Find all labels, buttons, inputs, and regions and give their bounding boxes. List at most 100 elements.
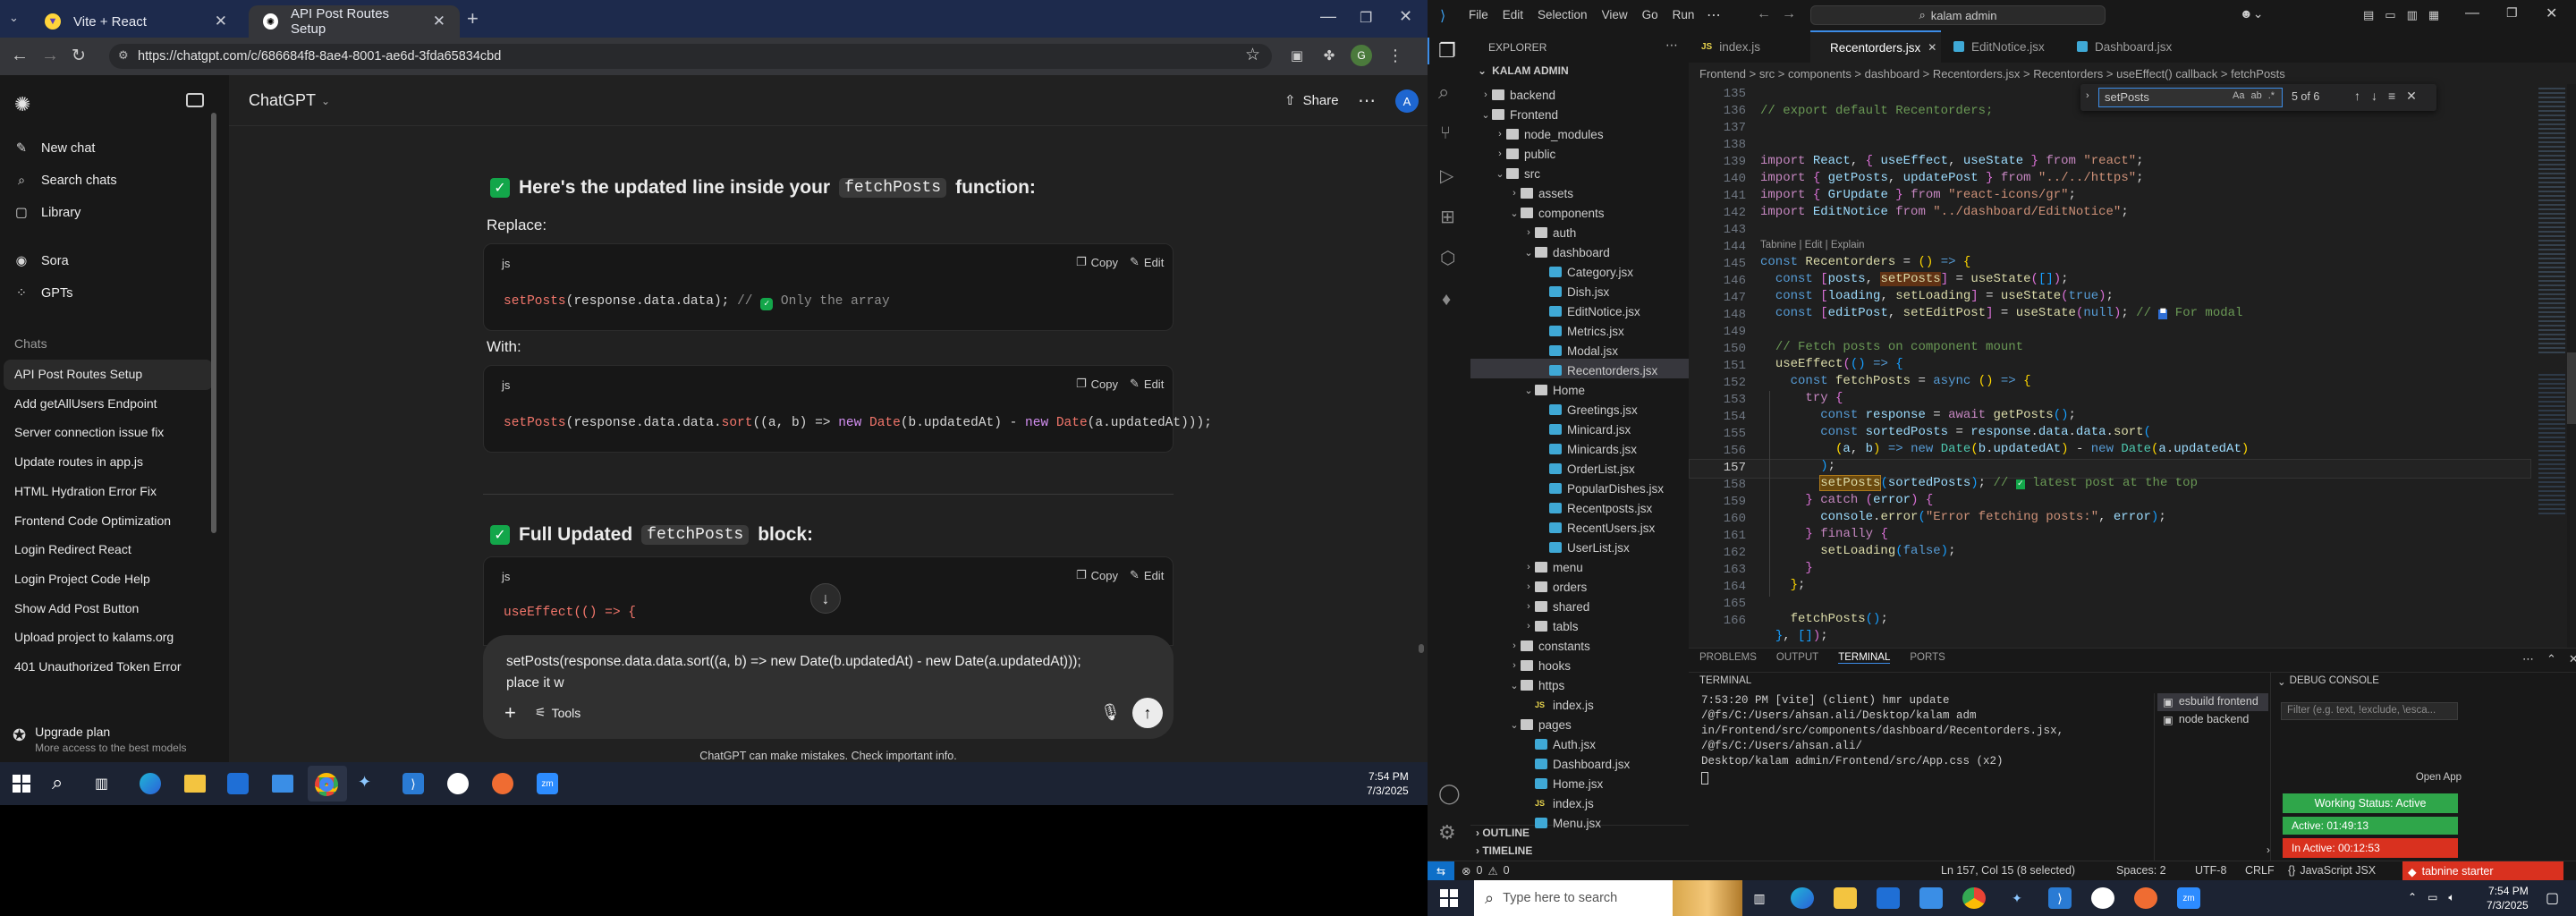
regex-icon[interactable]: .* <box>2268 90 2275 101</box>
maximize-panel-icon[interactable]: ⌃ <box>2546 652 2556 666</box>
accounts-icon[interactable]: ◯ <box>1438 782 1461 805</box>
model-selector[interactable]: ChatGPT ⌄ <box>249 91 330 110</box>
copilot-icon[interactable]: ☻⌄ <box>2240 6 2263 21</box>
tree-file[interactable]: Minicard.jsx <box>1470 420 1689 439</box>
editor-scrollbar[interactable] <box>2567 84 2576 648</box>
tree-file[interactable]: JS index.js <box>1470 695 1689 715</box>
vscode-icon[interactable]: ⟩ <box>2048 887 2072 909</box>
more-options-icon[interactable]: ⋯ <box>1358 89 1376 112</box>
taskbar-search-box[interactable]: ⌕ Type here to search <box>1474 880 1742 916</box>
end-of-line[interactable]: CRLF <box>2245 864 2275 877</box>
tree-file[interactable]: Greetings.jsx <box>1470 400 1689 420</box>
menu-item[interactable]: Selection <box>1538 8 1588 21</box>
postman-icon[interactable] <box>492 773 513 794</box>
chat-item[interactable]: API Post Routes Setup <box>13 360 215 388</box>
layout-panel-icon[interactable]: ▭ <box>2385 8 2395 22</box>
attach-plus-icon[interactable]: + <box>504 701 516 725</box>
search-chats-button[interactable]: ⌕ Search chats <box>13 172 117 190</box>
edge-icon[interactable] <box>1791 887 1814 909</box>
app-circle-icon[interactable] <box>2091 887 2114 909</box>
extensions-icon[interactable]: ⊞ <box>1440 206 1455 228</box>
tree-file[interactable]: PopularDishes.jsx <box>1470 479 1689 498</box>
panel-tab[interactable]: OUTPUT <box>1776 652 1818 664</box>
store-icon[interactable] <box>227 773 249 794</box>
toggle-replace-icon[interactable]: › <box>2086 90 2089 101</box>
openai-logo-icon[interactable]: ✺ <box>14 93 30 116</box>
chat-item[interactable]: Login Project Code Help <box>13 564 215 593</box>
chat-item[interactable]: Login Redirect React <box>13 535 215 564</box>
close-icon[interactable]: ✕ <box>215 13 227 30</box>
tray-chevron-icon[interactable]: ⌃ <box>2408 891 2417 904</box>
file-explorer-icon[interactable] <box>184 775 206 793</box>
encoding[interactable]: UTF-8 <box>2195 864 2226 877</box>
upgrade-plan-button[interactable]: ✪ Upgrade plan More access to the best m… <box>13 725 187 754</box>
pinned-app-icon[interactable]: ✦ <box>2005 887 2029 909</box>
clock[interactable]: 7:54 PM 7/3/2025 <box>2487 884 2529 912</box>
scroll-down-button[interactable]: ↓ <box>810 583 841 614</box>
tools-button[interactable]: ⚟ Tools <box>535 705 580 720</box>
tree-folder[interactable]: › menu <box>1470 557 1689 577</box>
panel-tab[interactable]: PORTS <box>1910 652 1945 664</box>
close-icon[interactable]: ✕ <box>2406 89 2417 104</box>
store-icon[interactable] <box>1877 887 1900 909</box>
close-icon[interactable]: ✕ <box>433 13 445 30</box>
copy-button[interactable]: ❐ Copy <box>1076 568 1118 582</box>
composer-input[interactable]: setPosts(response.data.data.sort((a, b) … <box>506 651 1132 694</box>
send-button[interactable]: ↑ <box>1132 698 1163 728</box>
tree-folder[interactable]: ⌄ https <box>1470 675 1689 695</box>
chat-item[interactable]: HTML Hydration Error Fix <box>13 477 215 505</box>
previous-match-icon[interactable]: ↑ <box>2354 89 2360 104</box>
tree-folder[interactable]: ⌄ components <box>1470 203 1689 223</box>
app-circle-icon[interactable] <box>447 773 469 794</box>
terminal-process-node[interactable]: ▣ node backend <box>2163 713 2249 726</box>
codelens[interactable]: Tabnine | Edit | Explain <box>1760 240 1865 250</box>
edit-button[interactable]: ✎ Edit <box>1130 377 1164 391</box>
source-control-icon[interactable]: ⑂ <box>1440 123 1451 144</box>
volume-icon[interactable]: 🔈︎ <box>2448 891 2454 904</box>
close-icon[interactable]: ✕ <box>1928 41 1936 54</box>
profile-avatar-icon[interactable]: G <box>1351 45 1372 66</box>
sora-button[interactable]: ◉ Sora <box>13 252 69 270</box>
chat-item[interactable]: Show Add Post Button <box>13 594 215 623</box>
chrome-icon[interactable] <box>1962 887 1986 909</box>
start-windows-icon[interactable] <box>1440 889 1458 907</box>
minimize-icon[interactable]: — <box>2465 5 2479 21</box>
tree-folder[interactable]: › tabls <box>1470 616 1689 636</box>
mail-icon[interactable] <box>272 775 293 793</box>
chat-item[interactable]: Server connection issue fix <box>13 418 215 446</box>
tree-folder[interactable]: › auth <box>1470 223 1689 242</box>
tree-folder[interactable]: ⌄ src <box>1470 164 1689 183</box>
tree-folder[interactable]: › constants <box>1470 636 1689 656</box>
tree-file[interactable]: Dashboard.jsx <box>1470 754 1689 774</box>
tree-folder[interactable]: ⌄ Home <box>1470 380 1689 400</box>
tree-file[interactable]: RecentUsers.jsx <box>1470 518 1689 538</box>
clock[interactable]: 7:54 PM 7/3/2025 <box>1367 769 1409 798</box>
layout-secondary-icon[interactable]: ▥ <box>2407 8 2418 22</box>
new-tab-plus-icon[interactable]: + <box>467 7 479 30</box>
editor-tab[interactable]: EditNotice.jsx <box>1941 30 2064 63</box>
tree-folder[interactable]: › public <box>1470 144 1689 164</box>
notification-icon[interactable]: ▢ <box>2546 889 2559 907</box>
debug-console-header[interactable]: ⌄ DEBUG CONSOLE <box>2277 675 2379 688</box>
tree-folder[interactable]: › hooks <box>1470 656 1689 675</box>
panel-tab[interactable]: TERMINAL <box>1838 652 1891 664</box>
forward-icon[interactable]: → <box>1782 6 1796 22</box>
more-menu-icon[interactable]: ⋯ <box>1707 6 1721 24</box>
user-avatar[interactable]: A <box>1395 89 1419 113</box>
tree-folder[interactable]: ⌄ Frontend <box>1470 105 1689 124</box>
remote-indicator-icon[interactable]: ⇆ <box>1428 861 1454 880</box>
settings-gear-icon[interactable]: ⚙ <box>1438 821 1456 844</box>
tabnine-icon[interactable]: ♦ <box>1442 290 1451 310</box>
tree-folder[interactable]: › orders <box>1470 577 1689 597</box>
site-info-icon[interactable]: ⚙ <box>118 48 129 63</box>
close-window-icon[interactable]: ✕ <box>2546 4 2557 22</box>
editor-tab[interactable]: Recentorders.jsx ✕ <box>1810 30 1941 63</box>
layout-sidebar-icon[interactable]: ▤ <box>2363 8 2374 22</box>
cursor-position[interactable]: Ln 157, Col 15 (8 selected) <box>1941 864 2075 877</box>
terminal-process-esbuild[interactable]: ▣ esbuild frontend <box>2163 695 2258 708</box>
open-app-link[interactable]: Open App <box>2363 772 2462 783</box>
search-icon[interactable]: ⌕ <box>52 771 63 794</box>
start-windows-icon[interactable] <box>13 775 30 793</box>
run-debug-icon[interactable]: ▷ <box>1440 165 1453 187</box>
mail-icon[interactable] <box>1919 887 1943 909</box>
